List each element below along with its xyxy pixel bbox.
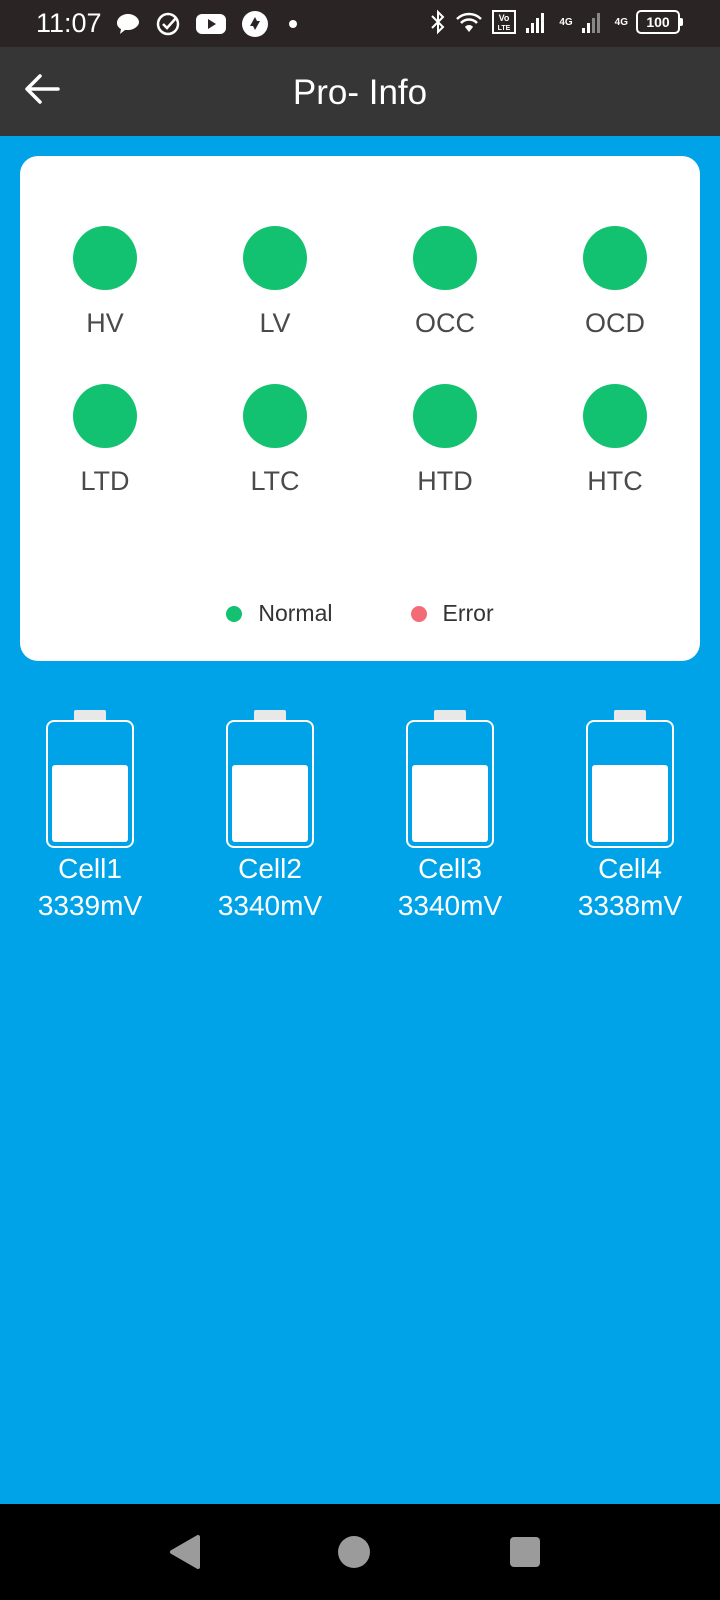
signal-icon [525,10,551,34]
status-dot-icon [583,384,647,448]
sync-icon [241,10,269,38]
legend-error-label: Error [442,600,494,626]
system-nav-bar [0,1504,720,1600]
check-circle-icon [155,11,181,37]
cell-voltage: 3340mV [397,890,503,921]
status-time: 11:07 [36,8,102,38]
cell-battery-icon [586,710,674,848]
protection-indicator-grid: HV LV OCC OCD LTD LTC HTD HTC [20,226,700,497]
indicator-label: OCC [415,308,475,338]
volte-icon: Vo LTE [491,9,517,35]
normal-dot-icon [226,605,243,622]
indicator-ltc: LTC [190,384,360,497]
notification-icons [115,10,303,38]
back-triangle-icon [168,1535,202,1574]
cell-item: Cell1 3339mV [0,710,180,926]
indicator-label: LTD [80,466,130,496]
status-dot-icon [583,226,647,290]
recents-square-icon [509,1537,541,1574]
cell-name: Cell1 [58,853,122,884]
indicator-label: HTC [587,466,643,496]
nav-home-button[interactable] [337,1534,371,1575]
cell-name: Cell4 [598,853,662,884]
cell-battery-fill [592,765,668,842]
svg-text:LTE: LTE [498,25,511,32]
legend-normal-label: Normal [258,600,333,626]
indicator-ocd: OCD [530,226,700,339]
cell-battery-icon [406,710,494,848]
cell-battery-fill [52,765,128,842]
cell-voltage: 3340mV [217,890,323,921]
indicator-label: OCD [585,308,645,338]
protection-status-card: HV LV OCC OCD LTD LTC HTD HTC Normal Error [20,156,700,661]
cell-voltage: 3338mV [577,890,683,921]
status-dot-icon [243,226,307,290]
legend: Normal Error [20,600,700,627]
status-dot-icon [73,226,137,290]
cell-battery-fill [232,765,308,842]
page-title: Pro- Info [292,73,428,112]
cell-voltage: 3339mV [37,890,143,921]
indicator-htc: HTC [530,384,700,497]
indicator-occ: OCC [360,226,530,339]
cell-item: Cell3 3340mV [360,710,540,926]
wifi-icon [455,10,483,34]
legend-normal: Normal [226,600,333,627]
status-dot-icon [413,226,477,290]
error-dot-icon [410,605,427,622]
status-dot-icon [73,384,137,448]
indicator-label: LV [259,308,291,338]
home-circle-icon [337,1536,371,1574]
indicator-label: HV [86,308,124,338]
battery-indicator: 100 [636,10,683,34]
indicator-label: HTD [417,466,473,496]
indicator-htd: HTD [360,384,530,497]
dot-icon [283,14,303,34]
status-dot-icon [243,384,307,448]
status-bar: 11:07 Vo LTE 4G 4G 100 [0,0,720,47]
app-bar: Pro- Info [0,47,720,136]
cell-name: Cell2 [238,853,302,884]
cell-battery-icon [226,710,314,848]
legend-error: Error [410,600,494,627]
cell-item: Cell4 3338mV [540,710,720,926]
cell-item: Cell2 3340mV [180,710,360,926]
indicator-ltd: LTD [20,384,190,497]
signal-icon [581,10,607,34]
indicator-lv: LV [190,226,360,339]
cell-battery-icon [46,710,134,848]
indicator-label: LTC [250,466,300,496]
nav-recents-button[interactable] [509,1534,541,1575]
system-indicators: Vo LTE 4G 4G 100 [429,9,683,35]
cell-name: Cell3 [418,853,482,884]
chat-bubble-icon [115,12,141,36]
cell-voltage-list: Cell1 3339mV Cell2 3340mV Cell3 3340mV Cell4 33… [0,710,720,926]
network-type-2: 4G [614,16,628,28]
youtube-icon [195,12,227,36]
svg-text:Vo: Vo [499,13,510,23]
status-dot-icon [413,384,477,448]
network-type-1: 4G [559,16,573,28]
indicator-hv: HV [20,226,190,339]
nav-back-button[interactable] [168,1534,202,1575]
bluetooth-icon [429,9,447,35]
cell-battery-fill [412,765,488,842]
